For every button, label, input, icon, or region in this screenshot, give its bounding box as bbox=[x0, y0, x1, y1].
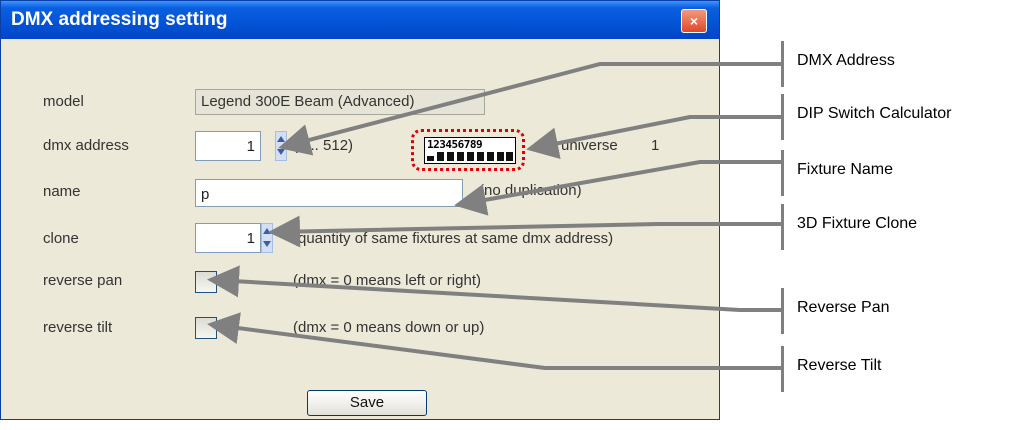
callout-label: 3D Fixture Clone bbox=[797, 215, 918, 232]
clone-arrow bbox=[268, 215, 781, 248]
dip-switch-arrow bbox=[526, 115, 781, 160]
callout-fixture-name: Fixture Name bbox=[781, 150, 1013, 196]
fixture-name-arrow bbox=[454, 160, 781, 216]
callout-dip-switch: DIP Switch Calculator bbox=[781, 94, 1013, 140]
callout-label: Fixture Name bbox=[797, 161, 894, 178]
reverse-pan-arrow bbox=[207, 265, 781, 312]
reverse-tilt-arrow bbox=[207, 312, 781, 370]
callout-label: DMX Address bbox=[797, 52, 895, 69]
callout-dmx-address: DMX Address bbox=[781, 41, 1013, 87]
dmx-address-arrow bbox=[278, 62, 781, 156]
callout-reverse-tilt: Reverse Tilt bbox=[781, 346, 1013, 392]
callout-label: DIP Switch Calculator bbox=[797, 105, 952, 122]
callout-fixture-clone: 3D Fixture Clone bbox=[781, 204, 1013, 250]
callout-label: Reverse Tilt bbox=[797, 357, 882, 374]
callout-label: Reverse Pan bbox=[797, 299, 890, 316]
callout-reverse-pan: Reverse Pan bbox=[781, 288, 1013, 334]
